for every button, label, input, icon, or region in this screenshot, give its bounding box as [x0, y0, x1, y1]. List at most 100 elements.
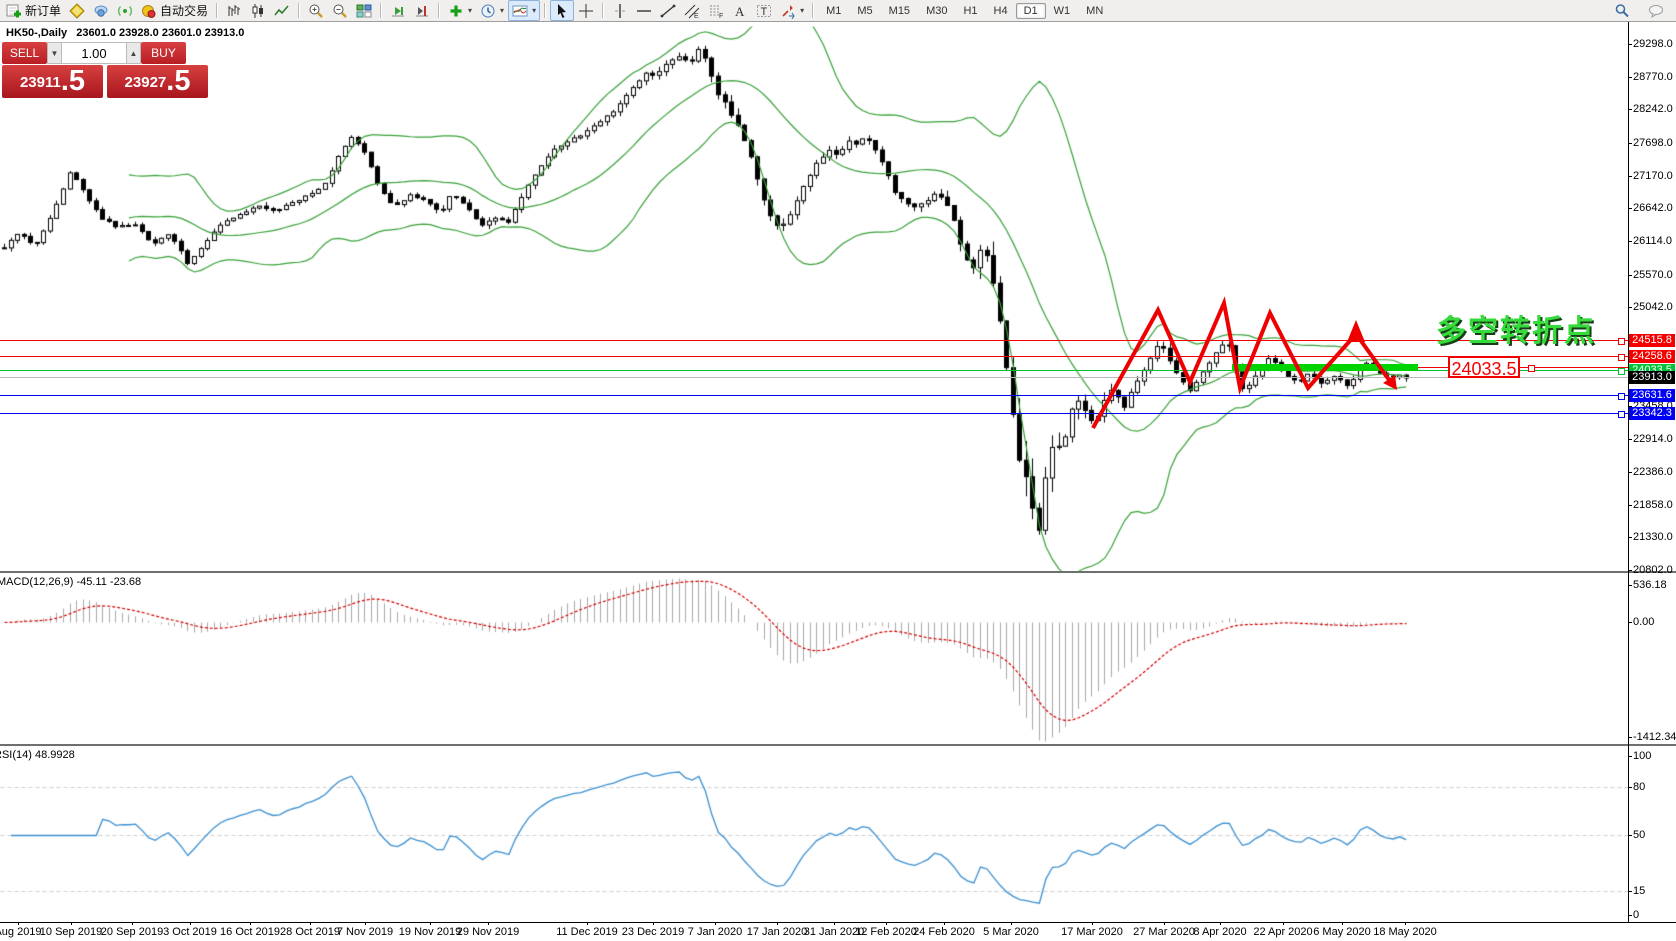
timeframe-h1-button[interactable]: H1	[955, 3, 985, 19]
autotrading-button[interactable]: 自动交易	[137, 0, 212, 21]
date-axis-label: 10 Sep 2019	[40, 926, 102, 938]
svg-text:F: F	[719, 13, 723, 19]
tile-windows-icon	[356, 3, 372, 19]
level-line-23342.3[interactable]	[0, 413, 1628, 414]
text-button[interactable]: A	[728, 0, 752, 21]
chevron-down-icon[interactable]: ▾	[532, 6, 536, 15]
price-axis-tick	[1628, 176, 1632, 177]
price-axis-label: 25570.0	[1633, 269, 1675, 281]
buy-price-small: 23927	[125, 70, 167, 96]
timeframe-m15-button[interactable]: M15	[881, 3, 918, 19]
arrows-button[interactable]: ▾	[776, 0, 808, 21]
zoom-in-icon	[308, 3, 324, 19]
chart-canvas[interactable]	[0, 22, 1628, 922]
horizontal-line-button[interactable]	[632, 0, 656, 21]
svg-text:T: T	[761, 6, 768, 18]
date-axis-label: 22 Apr 2020	[1253, 926, 1312, 938]
crosshair-button[interactable]	[574, 0, 598, 21]
toolbar: 新订单 自动交易 ▾ ▾ ▾ E FAT ▾ M1M5M15M30H1H4D1W1MN	[0, 0, 1676, 22]
date-axis-label: 8 Apr 2020	[1193, 926, 1246, 938]
chevron-down-icon[interactable]: ▾	[500, 6, 504, 15]
date-axis-tick	[653, 922, 654, 925]
signals-button[interactable]	[113, 0, 137, 21]
price-axis-label: 21330.0	[1633, 531, 1675, 543]
scroll-end-button[interactable]	[386, 0, 410, 21]
candlestick-button[interactable]	[246, 0, 270, 21]
chevron-down-icon[interactable]: ▾	[468, 6, 472, 15]
text-label-button[interactable]: T	[752, 0, 776, 21]
date-axis-tick	[1405, 922, 1406, 925]
timeframe-h4-button[interactable]: H4	[986, 3, 1016, 19]
search-button[interactable]	[1610, 1, 1634, 22]
equidistant-channel-button[interactable]: E	[680, 0, 704, 21]
rsi-axis-tick	[1628, 787, 1632, 788]
level-anchor-square	[1618, 368, 1625, 375]
buy-button[interactable]: BUY	[141, 42, 186, 64]
level-line-24515.8[interactable]	[0, 340, 1628, 341]
timeframe-m30-button[interactable]: M30	[918, 3, 955, 19]
volume-input[interactable]	[62, 42, 126, 64]
zoom-in-button[interactable]	[304, 0, 328, 21]
level-line-23913.0[interactable]	[0, 377, 1628, 378]
timeframe-mn-button[interactable]: MN	[1078, 3, 1111, 19]
templates-icon	[512, 3, 528, 19]
vertical-line-button[interactable]	[608, 0, 632, 21]
sell-button[interactable]: SELL	[2, 42, 47, 64]
price-axis-tick	[1628, 44, 1632, 45]
date-axis-label: 17 Mar 2020	[1061, 926, 1123, 938]
periods-icon	[480, 3, 496, 19]
metaeditor-button[interactable]	[65, 0, 89, 21]
date-axis-label: 16 Oct 2019	[220, 926, 280, 938]
level-anchor-square	[1618, 411, 1625, 418]
templates-button[interactable]: ▾	[508, 0, 540, 21]
date-axis-tick	[587, 922, 588, 925]
volume-down-button[interactable]: ▼	[47, 42, 62, 64]
sell-price-button[interactable]: 23911 .5	[2, 65, 103, 98]
mt4-window: 新订单自动交易▾▾▾EFAT▾M1M5M15M30H1H4D1W1MN HK50…	[0, 0, 1676, 941]
date-axis-tick	[886, 922, 887, 925]
price-tag-23913.0: 23913.0	[1629, 371, 1675, 384]
support-zone-bar[interactable]	[1232, 364, 1418, 371]
date-axis-label: 27 Mar 2020	[1133, 926, 1195, 938]
add-indicator-button[interactable]: ▾	[444, 0, 476, 21]
price-axis-label: 20802.0	[1633, 564, 1675, 576]
new-order-button[interactable]: 新订单	[2, 0, 65, 21]
bar-chart-button[interactable]	[222, 0, 246, 21]
trendline-button[interactable]	[656, 0, 680, 21]
volume-up-button[interactable]: ▲	[126, 42, 141, 64]
chevron-down-icon[interactable]: ▾	[800, 6, 804, 15]
one-click-trade-panel: SELL ▼ ▲ BUY 23911 .5 23927 .5	[2, 42, 208, 98]
toolbar-right	[1610, 1, 1668, 21]
periods-button[interactable]: ▾	[476, 0, 508, 21]
macd-axis-tick	[1628, 585, 1632, 586]
chart-shift-button[interactable]	[410, 0, 434, 21]
date-axis-label: 17 Jan 2020	[747, 926, 808, 938]
price-axis-tick	[1628, 537, 1632, 538]
timeframe-m5-button[interactable]: M5	[849, 3, 880, 19]
level-anchor-square[interactable]	[1528, 365, 1535, 372]
buy-price-button[interactable]: 23927 .5	[107, 65, 208, 98]
chat-button[interactable]	[1644, 1, 1668, 22]
price-axis-tick	[1628, 241, 1632, 242]
cursor-button[interactable]	[550, 0, 574, 21]
zoom-out-icon	[332, 3, 348, 19]
signals-icon	[117, 3, 133, 19]
chat-icon	[1648, 3, 1664, 19]
date-axis-tick	[310, 922, 311, 925]
level-line-24258.6[interactable]	[0, 356, 1628, 357]
level-price-label[interactable]: 24033.5	[1448, 356, 1520, 378]
date-axis-label: 23 Dec 2019	[622, 926, 684, 938]
tile-windows-button[interactable]	[352, 0, 376, 21]
zoom-out-button[interactable]	[328, 0, 352, 21]
trendline-icon	[660, 3, 676, 19]
market-button[interactable]	[89, 0, 113, 21]
level-line-23631.6[interactable]	[0, 395, 1628, 396]
fibonacci-button[interactable]: F	[704, 0, 728, 21]
price-tag-23342.3: 23342.3	[1629, 407, 1675, 420]
scroll-end-icon	[390, 3, 406, 19]
timeframe-d1-button[interactable]: D1	[1016, 3, 1046, 19]
line-chart-button[interactable]	[270, 0, 294, 21]
timeframe-m1-button[interactable]: M1	[818, 3, 849, 19]
timeframe-w1-button[interactable]: W1	[1046, 3, 1079, 19]
rsi-axis-label: 100	[1633, 750, 1675, 762]
